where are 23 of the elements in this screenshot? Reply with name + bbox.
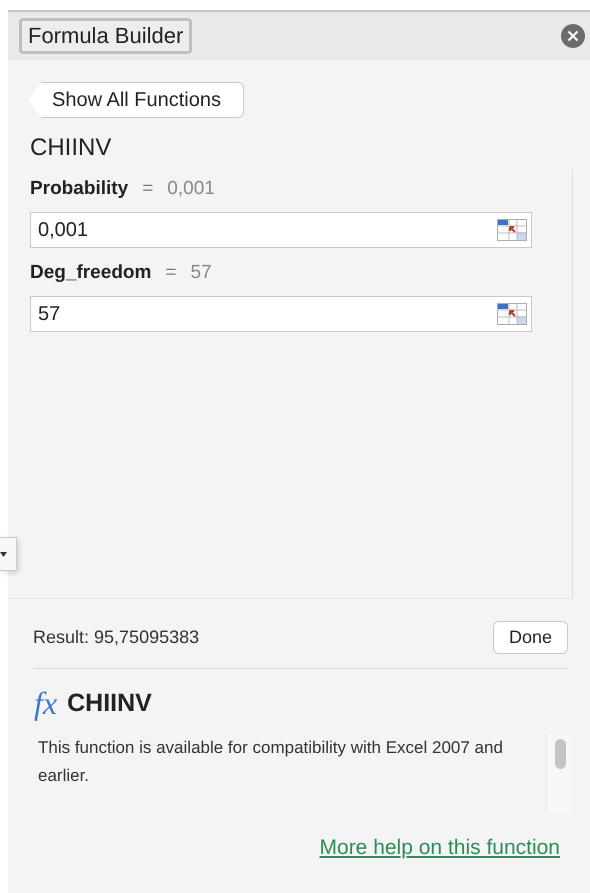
argument-name: Deg_freedom bbox=[30, 262, 152, 284]
close-icon[interactable] bbox=[560, 23, 586, 49]
argument-preview: 0,001 bbox=[167, 178, 215, 200]
show-all-functions-button[interactable]: Show All Functions bbox=[28, 82, 244, 118]
argument-field[interactable]: 0,001 bbox=[30, 212, 532, 248]
equals-sign: = bbox=[165, 262, 177, 284]
argument-preview: 57 bbox=[190, 262, 212, 284]
function-icon: fx bbox=[34, 685, 58, 722]
help-title: CHIINV bbox=[67, 689, 152, 718]
side-handle[interactable] bbox=[0, 537, 17, 571]
argument-field[interactable]: 57 bbox=[30, 296, 532, 332]
cell-reference-icon[interactable] bbox=[497, 219, 527, 241]
function-description: This function is available for compatibility with Excel 2007 and earlier. bbox=[38, 737, 504, 787]
function-name: CHIINV bbox=[30, 134, 112, 162]
scrollbar-thumb[interactable] bbox=[554, 739, 566, 769]
cell-reference-icon[interactable] bbox=[497, 303, 527, 325]
done-button[interactable]: Done bbox=[492, 621, 568, 654]
result-text: Result: 95,75095383 bbox=[33, 627, 200, 648]
window-title: Formula Builder bbox=[19, 18, 192, 54]
help-link[interactable]: More help on this function bbox=[320, 836, 560, 860]
equals-sign: = bbox=[142, 178, 154, 200]
argument-name: Probability bbox=[30, 178, 128, 200]
caret-icon bbox=[0, 552, 7, 556]
